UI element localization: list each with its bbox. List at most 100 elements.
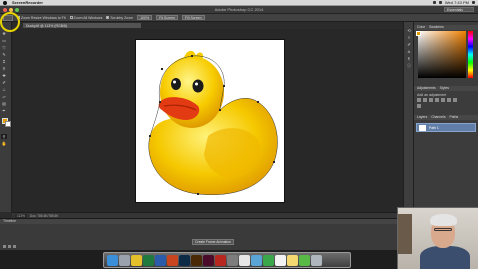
launchpad-icon[interactable]	[119, 254, 130, 266]
adjustment-icons	[417, 98, 457, 108]
calendar-icon[interactable]	[275, 254, 286, 266]
webcam-overlay	[397, 207, 478, 269]
path-row[interactable]: Path 1	[416, 123, 476, 132]
excel-icon[interactable]	[143, 254, 154, 266]
powerpoint-icon[interactable]	[167, 254, 178, 266]
lasso-tool-icon[interactable]: ➰	[1, 45, 7, 50]
illustrator-icon[interactable]	[191, 254, 202, 266]
presenter-hair	[430, 214, 457, 226]
black-white-icon[interactable]	[417, 104, 421, 108]
character-panel-icon[interactable]: A	[406, 49, 412, 54]
layers-panel-tabs: Layers Channels Paths	[414, 115, 478, 120]
toolbox: ✥ ▭ ➰ ✎ ⌗ ⚲ ✚ ✐ ⊥ ▱ ▤ ✒ ⚲ ✋	[0, 22, 12, 212]
facetime-icon[interactable]	[263, 254, 274, 266]
pen-tool-icon[interactable]: ✒	[1, 108, 7, 113]
indesign-icon[interactable]	[203, 254, 214, 266]
zoom-tool-icon[interactable]: ⚲	[1, 134, 7, 139]
photoshop-icon[interactable]	[179, 254, 190, 266]
brush-panel-icon[interactable]: ✐	[406, 42, 412, 47]
play-icon[interactable]	[13, 245, 16, 248]
finder-icon[interactable]	[107, 254, 118, 266]
system-preferences-icon[interactable]	[227, 254, 238, 266]
battery-icon[interactable]	[438, 1, 442, 4]
checkbox-zoom-all-windows[interactable]	[69, 16, 73, 19]
option-zoom-all-windows[interactable]: Zoom All Windows	[69, 15, 103, 20]
tab-paths[interactable]: Paths	[450, 115, 459, 120]
trash-icon[interactable]	[311, 254, 322, 266]
exposure-icon[interactable]	[435, 98, 439, 102]
timeline-title[interactable]: Timeline	[0, 219, 403, 224]
menubar-app-name[interactable]: ScreenRecorder	[12, 0, 43, 5]
brush-tool-icon[interactable]: ✐	[1, 80, 7, 85]
spotlight-icon[interactable]	[472, 1, 475, 4]
hue-saturation-icon[interactable]	[447, 98, 451, 102]
screen: ScreenRecorder Wed 7:43 PM Adobe Photosh…	[0, 0, 478, 269]
healing-brush-tool-icon[interactable]: ✚	[1, 73, 7, 78]
option-resize-windows[interactable]: Zoom Resize Windows to Fit	[17, 16, 66, 20]
chrome-icon[interactable]	[131, 254, 142, 266]
messages-icon[interactable]	[299, 254, 310, 266]
word-icon[interactable]	[155, 254, 166, 266]
option-scrubby-zoom[interactable]: Scrubby Zoom	[106, 16, 133, 20]
tab-color[interactable]: Color	[417, 25, 425, 30]
document-canvas[interactable]	[136, 40, 284, 202]
hue-slider[interactable]	[468, 31, 473, 78]
screenrecorder-icon[interactable]	[239, 254, 250, 266]
presenter-glasses	[434, 228, 452, 231]
fit-screen-button[interactable]: Fit Screen	[156, 15, 179, 20]
brightness-contrast-icon[interactable]	[417, 98, 421, 102]
zoom-level-field[interactable]: 113%	[15, 213, 27, 218]
option-resize-windows-label: Zoom Resize Windows to Fit	[21, 15, 66, 20]
zoom-100-button[interactable]: 100%	[137, 15, 153, 20]
prev-frame-icon[interactable]	[8, 245, 11, 248]
fill-screen-button[interactable]: Fill Screen	[182, 15, 205, 20]
color-balance-icon[interactable]	[453, 98, 457, 102]
eyedropper-tool-icon[interactable]: ⚲	[1, 66, 7, 71]
move-tool-icon[interactable]: ✥	[1, 31, 7, 36]
filezilla-icon[interactable]	[215, 254, 226, 266]
document-tab[interactable]: Ducky.tif @ 113% (RGB/8)	[22, 22, 142, 29]
quick-select-tool-icon[interactable]: ✎	[1, 52, 7, 57]
window-title: Adobe Photoshop CC 2014	[214, 7, 264, 12]
mac-dock	[103, 252, 351, 268]
wifi-icon[interactable]	[432, 1, 436, 4]
path-name: Path 1	[429, 126, 439, 130]
properties-panel-icon[interactable]: ≡	[406, 35, 412, 40]
preview-icon[interactable]	[251, 254, 262, 266]
curves-icon[interactable]	[429, 98, 433, 102]
tab-swatches[interactable]: Swatches	[429, 25, 444, 30]
path-thumbnail	[419, 125, 426, 131]
eraser-tool-icon[interactable]: ▱	[1, 94, 7, 99]
menubar-clock[interactable]: Wed 7:43 PM	[445, 0, 469, 5]
crop-tool-icon[interactable]: ⌗	[1, 59, 7, 64]
tab-adjustments[interactable]: Adjustments	[417, 86, 436, 91]
document-size-info[interactable]: Doc: 785.6K/785.6K	[30, 214, 59, 218]
vibrance-icon[interactable]	[441, 98, 445, 102]
apple-icon[interactable]	[3, 0, 7, 5]
first-frame-icon[interactable]	[3, 245, 6, 248]
color-picker-field[interactable]	[418, 31, 466, 78]
tab-layers[interactable]: Layers	[417, 115, 427, 120]
color-panel-foreground-swatch[interactable]	[416, 31, 421, 36]
hand-tool-icon[interactable]: ✋	[1, 141, 7, 146]
gradient-tool-icon[interactable]: ▤	[1, 101, 7, 106]
stamp-tool-icon[interactable]: ⊥	[1, 87, 7, 92]
history-panel-icon[interactable]: ⟲	[406, 28, 412, 33]
paragraph-panel-icon[interactable]: ¶	[406, 56, 412, 61]
color-panel-tabs: Color Swatches	[414, 25, 478, 30]
notes-icon[interactable]	[287, 254, 298, 266]
checkbox-scrubby-zoom[interactable]	[106, 16, 110, 19]
cursor-highlight-circle	[0, 12, 20, 32]
tab-channels[interactable]: Channels	[431, 115, 445, 120]
tab-styles[interactable]: Styles	[440, 86, 449, 91]
presenter-body	[420, 246, 470, 269]
background-color-swatch[interactable]	[5, 121, 11, 127]
workspace-switcher[interactable]: Essentials	[444, 7, 474, 12]
info-panel-icon[interactable]: ⓘ	[406, 63, 412, 68]
levels-icon[interactable]	[423, 98, 427, 102]
option-zoom-all-windows-label: Zoom All Windows	[73, 15, 103, 20]
timeline-panel: Timeline Create Frame Animation	[0, 218, 403, 250]
canvas-area[interactable]	[12, 29, 403, 212]
marquee-tool-icon[interactable]: ▭	[1, 38, 7, 43]
create-frame-animation-button[interactable]: Create Frame Animation	[192, 239, 234, 245]
